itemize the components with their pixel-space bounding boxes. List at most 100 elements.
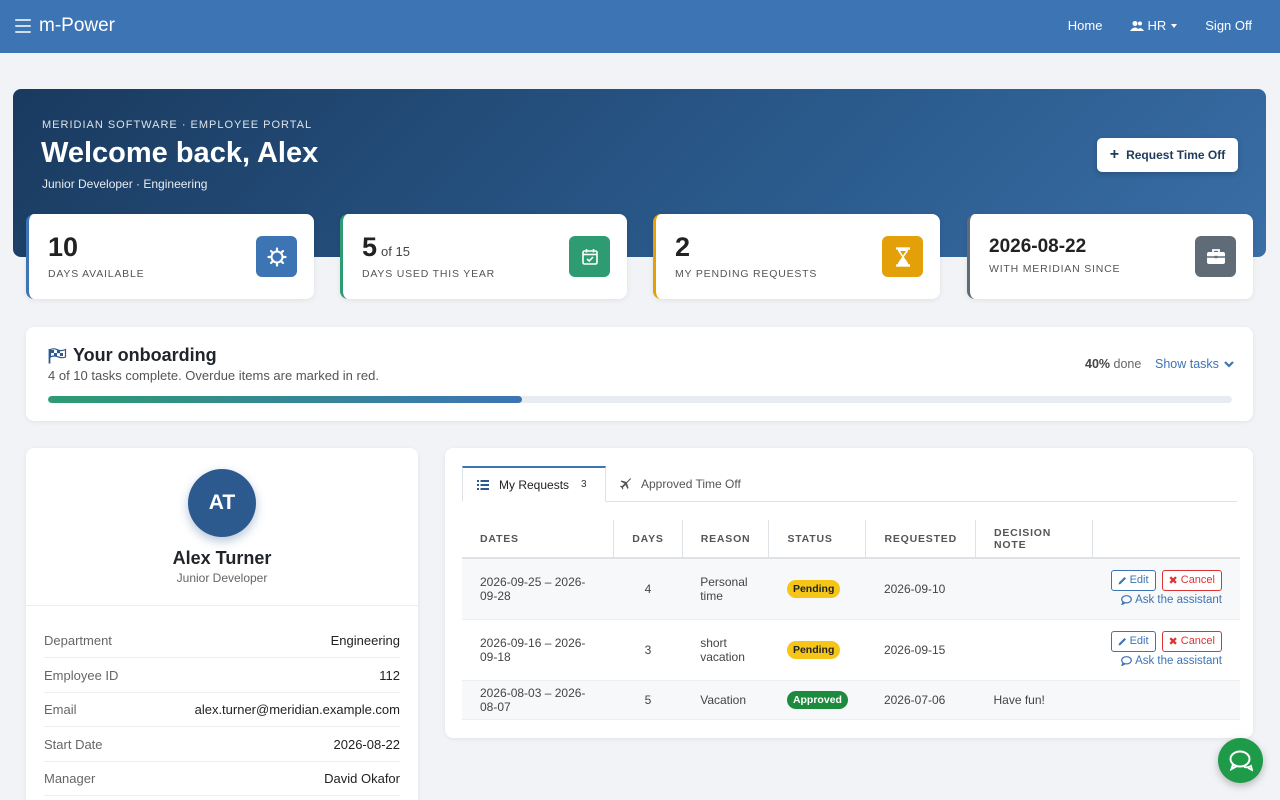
edit-label: Edit — [1129, 574, 1149, 587]
cell-note — [975, 558, 1093, 620]
edit-button[interactable]: Edit — [1110, 569, 1156, 591]
request-time-off-label: Request Time Off — [1126, 148, 1226, 162]
requests-tabs: My Requests 3 Approved Time Off — [462, 466, 1237, 502]
status-badge: Approved — [786, 690, 848, 709]
tab-approved-label: Approved Time Off — [641, 477, 741, 491]
requests-table: DATES DAYS REASON STATUS REQUESTED DECIS… — [462, 520, 1240, 720]
cell-status: Approved — [768, 680, 866, 720]
edit-label: Edit — [1129, 635, 1149, 647]
profile-row-value: alex.turner@meridian.example.com — [194, 701, 400, 717]
pencil-icon — [1118, 637, 1126, 645]
stat-card-member-since: 2026-08-22 WITH MERIDIAN SINCE — [967, 214, 1253, 299]
stat-value-number: 2 — [675, 232, 691, 262]
nav-signoff-link[interactable]: Sign Off — [1205, 18, 1252, 33]
chat-assistant-button[interactable] — [1218, 738, 1263, 783]
stat-value-number: 10 — [48, 232, 79, 262]
ask-assistant-link[interactable]: Ask the assistant — [1121, 655, 1222, 667]
table-row: 2026-09-16 – 2026-09-18 3 short vacation… — [462, 619, 1240, 681]
stat-value: 5 of 15 — [362, 232, 410, 263]
profile-divider — [26, 605, 418, 606]
onboarding-progress-fill — [48, 396, 522, 403]
tab-my-requests[interactable]: My Requests 3 — [462, 466, 606, 502]
profile-row-department: Department Engineering — [44, 623, 400, 658]
plus-icon: + — [1109, 146, 1120, 163]
cancel-button[interactable]: ✖ Cancel — [1161, 569, 1222, 591]
profile-row-key: Department — [44, 632, 112, 648]
profile-row-email: Email alex.turner@meridian.example.com — [44, 692, 400, 727]
tab-approved-time-off[interactable]: Approved Time Off — [620, 466, 741, 502]
nav-home-link[interactable]: Home — [1068, 18, 1103, 33]
chat-bubbles-icon — [1229, 750, 1253, 772]
onboarding-card: Your onboarding 4 of 10 tasks complete. … — [26, 327, 1253, 421]
cell-days: 5 — [613, 680, 683, 720]
chevron-down-icon — [1224, 361, 1234, 368]
caret-down-icon — [1171, 23, 1178, 28]
status-badge: Pending — [786, 640, 841, 659]
profile-row-value: 112 — [379, 667, 400, 683]
cell-status: Pending — [768, 619, 866, 681]
column-header: REASON — [682, 520, 770, 559]
profile-row-manager: Manager David Okafor — [44, 761, 400, 796]
cell-reason: short vacation — [682, 619, 769, 681]
profile-role: Junior Developer — [176, 571, 268, 585]
onboarding-title-text: Your onboarding — [73, 345, 217, 365]
users-icon — [1130, 20, 1145, 31]
stat-label: MY PENDING REQUESTS — [675, 268, 818, 280]
profile-card: AT Alex Turner Junior Developer Departme… — [26, 448, 418, 800]
request-time-off-button[interactable]: + Request Time Off — [1097, 138, 1238, 172]
onboarding-progress-bar — [48, 396, 1232, 403]
table-header-row: DATES DAYS REASON STATUS REQUESTED DECIS… — [462, 520, 1240, 559]
menu-icon[interactable] — [15, 19, 31, 33]
show-tasks-toggle[interactable]: Show tasks — [1155, 357, 1235, 371]
cell-requested: 2026-07-06 — [865, 680, 976, 720]
status-badge: Pending — [786, 579, 841, 598]
edit-button[interactable]: Edit — [1110, 630, 1156, 652]
hourglass-icon — [882, 236, 923, 277]
column-header: STATUS — [768, 520, 867, 559]
close-icon: ✖ — [1168, 574, 1178, 587]
column-header: REQUESTED — [865, 520, 976, 559]
nav-hr-dropdown[interactable]: HR — [1130, 18, 1178, 33]
stat-value: 10 — [48, 232, 78, 263]
comment-icon — [1121, 594, 1132, 605]
hero-subtitle: Junior Developer · Engineering — [42, 177, 208, 191]
cell-actions — [1092, 680, 1240, 720]
onboarding-percent: 40% done — [1085, 357, 1141, 371]
close-icon: ✖ — [1168, 635, 1178, 648]
cancel-label: Cancel — [1180, 574, 1215, 587]
calendar-check-icon — [569, 236, 610, 277]
cancel-button[interactable]: ✖ Cancel — [1161, 630, 1222, 652]
avatar: AT — [188, 469, 256, 537]
ask-label: Ask the assistant — [1135, 654, 1222, 667]
profile-name: Alex Turner — [172, 548, 272, 568]
cell-actions: Edit ✖ Cancel Ask the assistant — [1092, 619, 1240, 681]
stat-label: DAYS AVAILABLE — [48, 268, 145, 280]
stat-label: DAYS USED THIS YEAR — [362, 268, 496, 280]
tab-my-requests-label: My Requests — [499, 477, 570, 492]
brand-logo[interactable]: m-Power — [39, 15, 115, 37]
onboarding-title: Your onboarding — [48, 345, 217, 366]
stat-value: 2026-08-22 — [989, 236, 1086, 258]
pencil-icon — [1118, 576, 1126, 585]
column-header: DATES — [462, 520, 615, 559]
stat-value: 2 — [675, 232, 690, 263]
cell-note: Have fun! — [975, 680, 1093, 720]
stat-value-of: of 15 — [381, 244, 410, 259]
flag-checkered-icon — [48, 347, 67, 363]
stat-card-days-used: 5 of 15 DAYS USED THIS YEAR — [340, 214, 627, 299]
cell-actions: Edit ✖ Cancel Ask the assistant — [1092, 558, 1240, 620]
stat-label: WITH MERIDIAN SINCE — [989, 263, 1121, 275]
column-header: DAYS — [613, 520, 683, 559]
hero-kicker: MERIDIAN SOFTWARE · EMPLOYEE PORTAL — [42, 119, 313, 131]
profile-row-value: David Okafor — [324, 770, 400, 786]
profile-row-start-date: Start Date 2026-08-22 — [44, 727, 400, 762]
profile-row-key: Start Date — [44, 736, 103, 752]
profile-row-key: Employee ID — [44, 667, 119, 683]
column-header — [1092, 520, 1240, 559]
ask-assistant-link[interactable]: Ask the assistant — [1121, 594, 1222, 606]
onboarding-percent-value: 40% — [1085, 357, 1111, 371]
stat-card-pending-requests: 2 MY PENDING REQUESTS — [653, 214, 940, 299]
cell-requested: 2026-09-10 — [865, 558, 976, 620]
stat-value-number: 5 — [362, 232, 378, 262]
hero-title: Welcome back, Alex — [41, 137, 319, 169]
